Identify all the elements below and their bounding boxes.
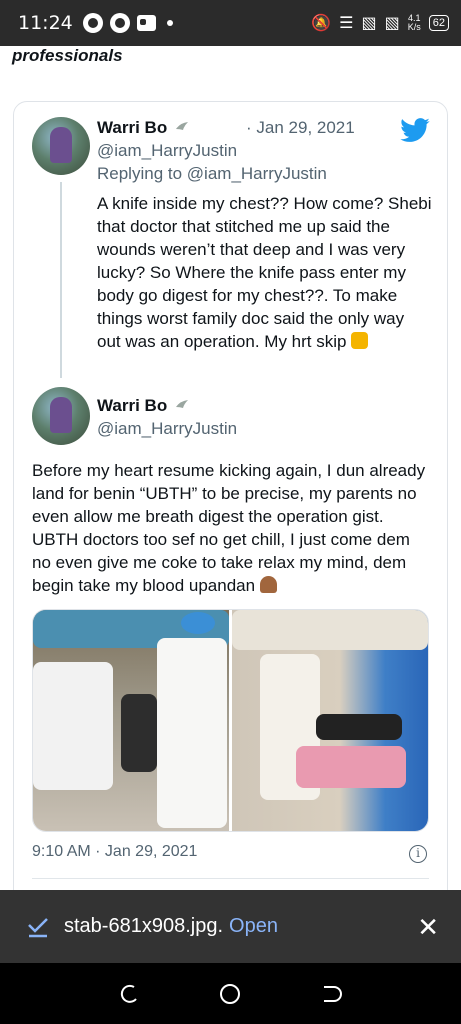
author-name-text: Warri Bo [97, 396, 168, 415]
photo-figure [157, 638, 227, 828]
author-name-text: Warri Bo [97, 118, 168, 137]
photo-ceiling [232, 610, 428, 650]
tweet-author-handle[interactable]: @iam_HarryJustin [97, 419, 237, 439]
tweet-photo[interactable] [232, 610, 428, 831]
reply-prefix: Replying to [97, 164, 183, 183]
mute-icon: 🔕 [311, 15, 332, 32]
download-snackbar: stab-681x908.jpg. Open ✕ [0, 890, 461, 963]
tweet-text-content: A knife inside my chest?? How come? Sheb… [97, 194, 432, 351]
photo-bed [296, 746, 406, 788]
tweet-text-content: Before my heart resume kicking again, I … [32, 461, 426, 595]
date-separator: · [246, 118, 252, 137]
download-filename: stab-681x908.jpg. [64, 915, 224, 937]
close-icon[interactable]: ✕ [417, 914, 439, 940]
clock: 11:24 [18, 12, 73, 34]
avatar[interactable] [32, 387, 90, 445]
tweet-timestamp[interactable]: 9:10 AM · Jan 29, 2021 [32, 843, 197, 861]
signal-icon: ▧ [384, 15, 400, 32]
more-notifications-dot [166, 20, 173, 26]
reply-to-handle-link[interactable]: @iam_HarryJustin [187, 164, 327, 183]
home-icon[interactable] [219, 983, 241, 1005]
replying-to-line: Replying to @iam_HarryJustin [97, 164, 327, 184]
system-nav-bar [0, 963, 461, 1024]
tweet-text: A knife inside my chest?? How come? Sheb… [97, 192, 432, 353]
tweet-author-name[interactable]: Warri Bo [97, 118, 190, 138]
status-bar: 11:24 🔕 ☰ ▧ ▧ 4.1 K/s 62 [0, 0, 461, 46]
battery-icon: 62 [428, 15, 449, 31]
divider [32, 878, 429, 879]
chrome-icon [109, 13, 130, 33]
info-icon[interactable]: i [409, 845, 427, 863]
network-speed-unit: K/s [407, 22, 421, 32]
tweet-date[interactable]: · Jan 29, 2021 [246, 118, 355, 138]
tweet-text: Before my heart resume kicking again, I … [32, 459, 432, 597]
scream-emoji [351, 332, 369, 349]
date-text: Jan 29, 2021 [256, 118, 355, 137]
wifi-icon: ☰ [339, 15, 354, 32]
network-speed: 4.1 K/s [408, 14, 421, 32]
back-icon[interactable] [320, 983, 342, 1005]
dove-icon [175, 122, 188, 130]
person-facepalming-emoji [259, 576, 277, 593]
signal-icon: ▧ [361, 15, 377, 32]
tweet-photo[interactable] [33, 610, 229, 831]
photo-figure [121, 694, 157, 772]
avatar[interactable] [32, 117, 90, 175]
message-icon [136, 15, 156, 31]
tweet-author-handle[interactable]: @iam_HarryJustin [97, 141, 237, 161]
thread-line [60, 182, 62, 378]
dove-icon [175, 400, 188, 408]
photo-figure [181, 612, 215, 634]
photo-figure [33, 662, 113, 790]
open-download-button[interactable]: Open [229, 915, 278, 938]
tweet-media-grid[interactable] [32, 609, 429, 832]
page-heading: professionals [12, 46, 123, 65]
download-complete-icon [28, 917, 48, 937]
photo-figure [316, 714, 402, 740]
recents-icon[interactable] [119, 983, 141, 1005]
chrome-icon [82, 13, 103, 33]
twitter-bird-icon[interactable] [399, 117, 431, 145]
tweet-author-name[interactable]: Warri Bo [97, 396, 190, 416]
